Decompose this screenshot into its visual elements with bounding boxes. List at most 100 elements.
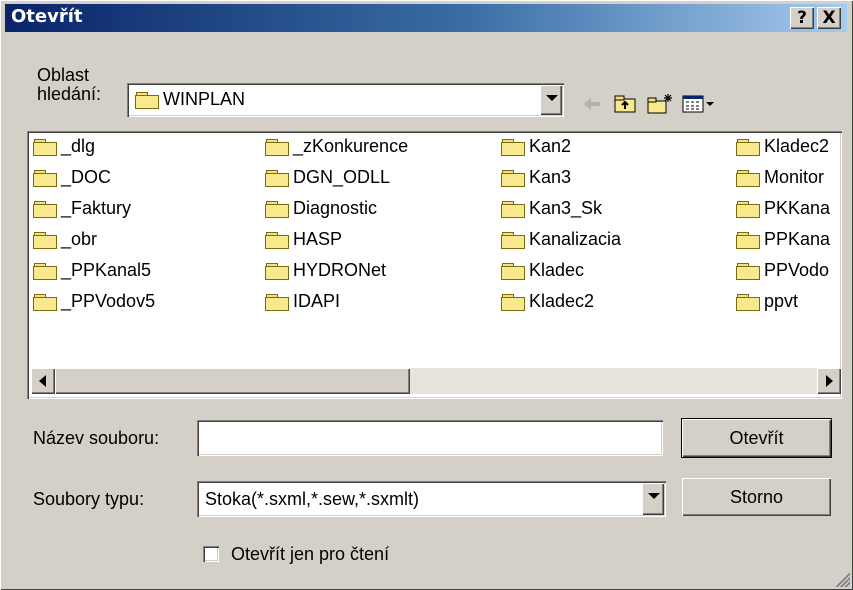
- file-list-item-label: Diagnostic: [293, 198, 378, 218]
- filetype-label: Soubory typu:: [33, 489, 145, 509]
- cancel-button[interactable]: Storno: [682, 478, 831, 516]
- file-list-item-label: _PPVodov5: [61, 291, 156, 311]
- folder-icon: [265, 138, 289, 156]
- view-menu-icon[interactable]: [681, 92, 717, 116]
- file-list-item[interactable]: Monitor: [736, 166, 824, 188]
- back-icon[interactable]: [579, 92, 605, 116]
- file-list-item-label: Kladec: [529, 260, 585, 280]
- file-list-item[interactable]: ppvt: [736, 290, 798, 312]
- file-list-item-label: Kladec2: [764, 136, 830, 156]
- readonly-label: Otevřít jen pro čtení: [231, 544, 390, 564]
- open-button[interactable]: Otevřít: [682, 419, 831, 457]
- file-list-item-label: DGN_ODLL: [293, 167, 391, 187]
- file-list-item[interactable]: PKKana: [736, 197, 830, 219]
- folder-icon: [33, 262, 57, 280]
- folder-icon: [33, 293, 57, 311]
- folder-icon: [265, 200, 289, 218]
- scroll-thumb[interactable]: [55, 368, 410, 394]
- folder-icon: [33, 231, 57, 249]
- up-folder-icon[interactable]: [612, 92, 638, 116]
- file-list-item-label: HASP: [293, 229, 343, 249]
- resize-grip-icon[interactable]: [836, 573, 850, 587]
- look-in-combo[interactable]: WINPLAN: [127, 83, 564, 117]
- new-folder-icon[interactable]: [646, 92, 672, 116]
- folder-icon: [501, 231, 525, 249]
- file-list-item[interactable]: Kan3_Sk: [501, 197, 602, 219]
- file-list-item[interactable]: DGN_ODLL: [265, 166, 390, 188]
- file-list-item[interactable]: IDAPI: [265, 290, 340, 312]
- file-list[interactable]: _dlg _DOC _Faktury _obr _PPKanal5 _PPVodov5 _z…: [27, 131, 842, 399]
- folder-icon: [501, 169, 525, 187]
- folder-icon: [265, 262, 289, 280]
- folder-open-icon: [135, 91, 159, 109]
- look-in-value: WINPLAN: [163, 89, 246, 109]
- readonly-checkbox[interactable]: [203, 546, 219, 562]
- file-list-item-label: _zKonkurence: [293, 136, 409, 156]
- file-list-item[interactable]: PPVodo: [736, 259, 829, 281]
- file-list-item-label: _PPKanal5: [61, 260, 152, 280]
- filename-input[interactable]: [197, 420, 663, 456]
- folder-icon: [265, 231, 289, 249]
- dialog-title: Otevřít: [11, 6, 83, 27]
- file-list-item[interactable]: _PPVodov5: [33, 290, 155, 312]
- file-list-item-label: IDAPI: [293, 291, 341, 311]
- help-button[interactable]: ?: [790, 7, 814, 29]
- open-dialog: Otevřít ? X Oblast hledání: WINPLAN _dlg…: [0, 0, 853, 590]
- file-list-item[interactable]: Diagnostic: [265, 197, 377, 219]
- look-in-label: Oblast hledání:: [37, 66, 101, 104]
- file-list-item[interactable]: PPKana: [736, 228, 830, 250]
- folder-icon: [265, 169, 289, 187]
- folder-icon: [736, 293, 760, 311]
- file-list-item-label: PKKana: [764, 198, 831, 218]
- file-list-item[interactable]: _DOC: [33, 166, 111, 188]
- file-list-item[interactable]: Kanalizacia: [501, 228, 621, 250]
- file-list-item[interactable]: _dlg: [33, 135, 95, 157]
- file-list-item-label: Kan3: [529, 167, 572, 187]
- scroll-left-icon[interactable]: [31, 368, 55, 394]
- look-in-label-line1: Oblast: [37, 65, 90, 85]
- scroll-right-icon[interactable]: [817, 368, 841, 394]
- title-bar[interactable]: Otevřít ? X: [5, 4, 847, 32]
- file-list-item-label: Kan2: [529, 136, 572, 156]
- file-list-item[interactable]: _zKonkurence: [265, 135, 408, 157]
- file-list-item[interactable]: Kan2: [501, 135, 571, 157]
- file-list-item-label: PPVodo: [764, 260, 830, 280]
- folder-icon: [736, 231, 760, 249]
- horizontal-scrollbar[interactable]: [31, 368, 841, 394]
- folder-icon: [501, 293, 525, 311]
- file-list-item-label: _Faktury: [61, 198, 132, 218]
- file-list-item-label: Kanalizacia: [529, 229, 622, 249]
- folder-icon: [501, 200, 525, 218]
- file-list-item[interactable]: _PPKanal5: [33, 259, 151, 281]
- file-list-item-label: _obr: [61, 229, 98, 249]
- file-list-item[interactable]: _Faktury: [33, 197, 131, 219]
- chevron-down-icon[interactable]: [642, 483, 664, 515]
- file-list-item[interactable]: HASP: [265, 228, 342, 250]
- look-in-value-wrap: WINPLAN: [135, 89, 245, 110]
- file-list-item[interactable]: _obr: [33, 228, 97, 250]
- folder-icon: [33, 200, 57, 218]
- file-list-item[interactable]: Kladec2: [501, 290, 594, 312]
- file-list-item-label: PPKana: [764, 229, 831, 249]
- folder-icon: [265, 293, 289, 311]
- folder-icon: [33, 138, 57, 156]
- filetype-combo[interactable]: Stoka(*.sxml,*.sew,*.sxmlt): [197, 481, 666, 517]
- file-list-item[interactable]: Kladec: [501, 259, 584, 281]
- folder-icon: [501, 262, 525, 280]
- file-list-item-label: Kladec2: [529, 291, 595, 311]
- filename-label: Název souboru:: [33, 428, 160, 448]
- folder-icon: [736, 200, 760, 218]
- close-button[interactable]: X: [817, 7, 841, 29]
- file-list-item-label: Kan3_Sk: [529, 198, 603, 218]
- file-list-item[interactable]: Kladec2: [736, 135, 829, 157]
- chevron-down-icon[interactable]: [540, 85, 562, 115]
- filetype-value: Stoka(*.sxml,*.sew,*.sxmlt): [205, 489, 420, 509]
- folder-icon: [736, 262, 760, 280]
- file-list-item[interactable]: Kan3: [501, 166, 571, 188]
- folder-icon: [501, 138, 525, 156]
- folder-icon: [33, 169, 57, 187]
- file-list-item[interactable]: HYDRONet: [265, 259, 386, 281]
- file-list-item-label: ppvt: [764, 291, 799, 311]
- file-list-item-label: _dlg: [61, 136, 96, 156]
- look-in-label-line2: hledání:: [37, 84, 102, 104]
